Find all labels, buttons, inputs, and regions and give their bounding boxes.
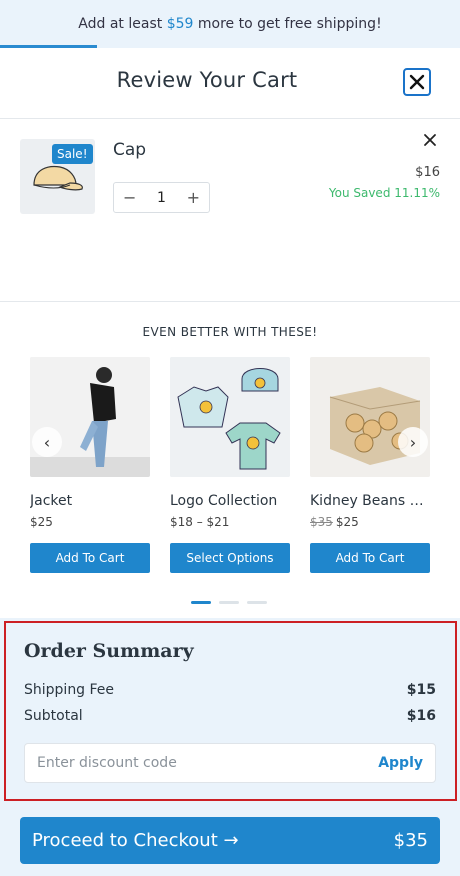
banner-prefix: Add at least	[78, 16, 167, 32]
cart-item-name[interactable]: Cap	[113, 140, 146, 160]
chevron-left-icon: ‹	[43, 432, 51, 452]
carousel-pagination	[191, 601, 267, 604]
product-image-kidney-beans[interactable]	[310, 357, 430, 477]
person-photo-icon	[30, 357, 150, 477]
upsell-product-card: Logo Collection $18 – $21 Select Options	[170, 357, 290, 573]
discount-code-input[interactable]: Enter discount code	[37, 755, 177, 771]
banner-suffix: more to get free shipping!	[193, 16, 382, 32]
product-name[interactable]: Logo Collection	[170, 493, 290, 509]
product-price-value: $18 – $21	[170, 515, 230, 529]
close-icon	[409, 74, 425, 90]
quantity-stepper[interactable]: − 1 +	[113, 182, 210, 213]
product-price-value: $25	[335, 515, 359, 529]
checkout-total: $35	[393, 830, 428, 851]
shipping-fee-label: Shipping Fee	[24, 682, 115, 698]
order-summary-section: Order Summary Shipping Fee $15 Subtotal …	[0, 618, 460, 876]
carousel-prev-button[interactable]: ‹	[32, 427, 62, 457]
product-old-price: $35	[310, 515, 333, 529]
product-price: $25	[30, 515, 150, 529]
order-summary-title: Order Summary	[24, 640, 194, 662]
decrease-quantity-button[interactable]: −	[123, 188, 136, 207]
product-price-value: $25	[30, 515, 53, 529]
upsell-product-card: Kidney Beans Or... $35 $25 Add To Cart	[310, 357, 430, 573]
upsell-section: EVEN BETTER WITH THESE! Jacket $25 Add T…	[0, 303, 460, 618]
cart-item-savings: You Saved 11.11%	[328, 186, 440, 200]
product-price: $18 – $21	[170, 515, 290, 529]
product-name[interactable]: Kidney Beans Or...	[310, 493, 430, 509]
shipping-fee-value: $15	[406, 682, 436, 698]
discount-code-field[interactable]: Enter discount code Apply	[24, 743, 436, 783]
product-image-logo-collection[interactable]	[170, 357, 290, 477]
subtotal-label: Subtotal	[24, 708, 83, 724]
apparel-bundle-icon	[170, 357, 290, 477]
increase-quantity-button[interactable]: +	[187, 188, 200, 207]
free-shipping-banner: Add at least $59 more to get free shippi…	[0, 0, 460, 48]
cookie-box-icon	[310, 357, 430, 477]
remove-item-icon[interactable]	[422, 132, 438, 148]
cart-item-price: $16	[415, 165, 440, 180]
shipping-progress-bar	[0, 45, 460, 48]
items-divider	[0, 301, 460, 302]
subtotal-row: Subtotal $16	[24, 708, 436, 724]
chevron-right-icon: ›	[409, 432, 417, 452]
apply-discount-button[interactable]: Apply	[378, 755, 423, 771]
carousel-next-button[interactable]: ›	[398, 427, 428, 457]
close-cart-button[interactable]	[403, 68, 431, 96]
cart-title: Review Your Cart	[116, 68, 298, 92]
product-price: $35 $25	[310, 515, 430, 529]
carousel-dot[interactable]	[247, 601, 267, 604]
upsell-title: EVEN BETTER WITH THESE!	[142, 325, 318, 339]
shipping-progress-fill	[0, 45, 97, 48]
upsell-product-card: Jacket $25 Add To Cart	[30, 357, 150, 573]
banner-amount: $59	[166, 16, 194, 32]
add-to-cart-button[interactable]: Add To Cart	[310, 543, 430, 573]
subtotal-value: $16	[406, 708, 436, 724]
checkout-label: Proceed to Checkout →	[32, 830, 239, 851]
carousel-dot[interactable]	[219, 601, 239, 604]
select-options-button[interactable]: Select Options	[170, 543, 290, 573]
product-name[interactable]: Jacket	[30, 493, 150, 509]
header-divider	[0, 118, 460, 119]
add-to-cart-button[interactable]: Add To Cart	[30, 543, 150, 573]
proceed-to-checkout-button[interactable]: Proceed to Checkout → $35	[20, 817, 440, 864]
quantity-value[interactable]: 1	[157, 190, 166, 206]
shipping-fee-row: Shipping Fee $15	[24, 682, 436, 698]
sale-badge: Sale!	[52, 144, 93, 164]
product-image-jacket[interactable]	[30, 357, 150, 477]
carousel-dot[interactable]	[191, 601, 211, 604]
